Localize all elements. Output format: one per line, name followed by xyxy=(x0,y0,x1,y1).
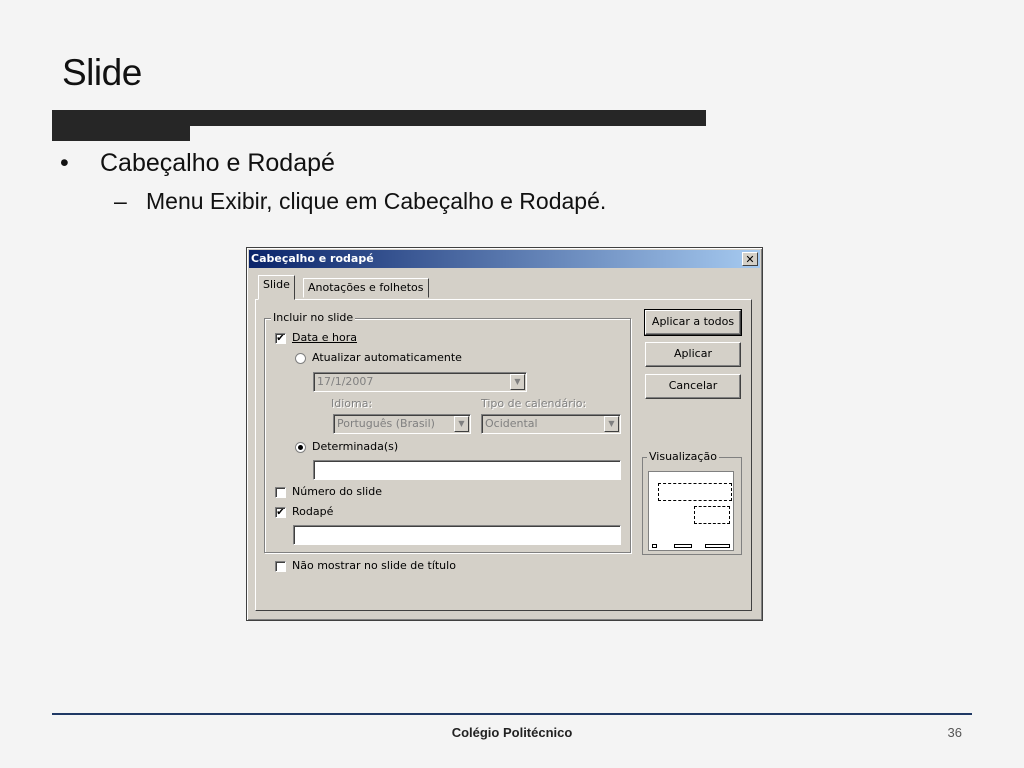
bullet-mark: • xyxy=(60,149,69,177)
page-number: 36 xyxy=(947,725,962,740)
chevron-down-icon: ▼ xyxy=(604,416,619,432)
bullet-level2: – Menu Exibir, clique em Cabeçalho e Rod… xyxy=(114,188,606,215)
include-group: Incluir no slide ✔ Data e hora Atualizar… xyxy=(264,311,631,553)
tab-label: Slide xyxy=(263,278,290,291)
preview-thumbnail xyxy=(648,471,734,551)
close-icon[interactable]: ✕ xyxy=(742,252,758,266)
dialog-titlebar: Cabeçalho e rodapé ✕ xyxy=(249,250,760,268)
title-rule-accent xyxy=(52,110,190,141)
chevron-down-icon: ▼ xyxy=(454,416,469,432)
preview-date-placeholder xyxy=(652,544,657,548)
auto-update-label: Atualizar automaticamente xyxy=(312,351,462,364)
radio-dot xyxy=(298,445,303,450)
bullet-level1: • Cabeçalho e Rodapé xyxy=(60,149,335,178)
preview-date-box xyxy=(694,506,730,524)
date-time-checkbox[interactable]: ✔ xyxy=(275,333,286,344)
fixed-date-label: Determinada(s) xyxy=(312,440,399,453)
cancel-button[interactable]: Cancelar xyxy=(645,374,741,399)
preview-label: Visualização xyxy=(647,450,719,463)
hide-on-title-label: Não mostrar no slide de título xyxy=(292,559,456,572)
apply-button[interactable]: Aplicar xyxy=(645,342,741,367)
date-time-label: Data e hora xyxy=(292,331,357,344)
header-footer-dialog: Cabeçalho e rodapé ✕ Slide Anotações e f… xyxy=(246,247,763,621)
preview-header-box xyxy=(658,483,732,501)
footer-rule xyxy=(52,713,972,715)
calendar-select[interactable]: Ocidental ▼ xyxy=(481,414,621,434)
tab-panel: Incluir no slide ✔ Data e hora Atualizar… xyxy=(255,299,752,611)
tab-notes-handouts[interactable]: Anotações e folhetos xyxy=(303,278,429,298)
preview-group: Visualização xyxy=(642,450,742,555)
preview-number-placeholder xyxy=(705,544,730,548)
group-label: Incluir no slide xyxy=(271,311,356,324)
dialog-title: Cabeçalho e rodapé xyxy=(251,252,374,265)
slide-title: Slide xyxy=(62,52,142,93)
footer-checkbox[interactable]: ✔ xyxy=(275,507,286,518)
language-value: Português (Brasil) xyxy=(337,417,435,430)
slide-number-checkbox[interactable] xyxy=(275,487,286,498)
sub-bullet-text: Menu Exibir, clique em Cabeçalho e Rodap… xyxy=(146,188,607,214)
date-value: 17/1/2007 xyxy=(317,375,374,388)
calendar-value: Ocidental xyxy=(485,417,538,430)
sub-bullet-mark: – xyxy=(114,188,127,214)
language-select[interactable]: Português (Brasil) ▼ xyxy=(333,414,471,434)
title-rule-bar xyxy=(190,110,706,126)
language-label: Idioma: xyxy=(331,397,373,410)
preview-footer-placeholder xyxy=(674,544,692,548)
footer-text: Colégio Politécnico xyxy=(451,725,573,740)
footer-input[interactable] xyxy=(293,525,621,545)
auto-update-radio[interactable] xyxy=(295,353,306,364)
hide-on-title-checkbox[interactable] xyxy=(275,561,286,572)
calendar-label: Tipo de calendário: xyxy=(481,397,587,410)
fixed-date-input[interactable] xyxy=(313,460,621,480)
bullet-text: Cabeçalho e Rodapé xyxy=(100,149,335,177)
tab-slide[interactable]: Slide xyxy=(258,275,295,300)
slide-number-label: Número do slide xyxy=(292,485,382,498)
date-format-select[interactable]: 17/1/2007 ▼ xyxy=(313,372,527,392)
tab-label: Anotações e folhetos xyxy=(308,281,424,294)
chevron-down-icon: ▼ xyxy=(510,374,525,390)
fixed-date-radio[interactable] xyxy=(295,442,306,453)
apply-all-button[interactable]: Aplicar a todos xyxy=(644,309,742,336)
footer-label: Rodapé xyxy=(292,505,334,518)
